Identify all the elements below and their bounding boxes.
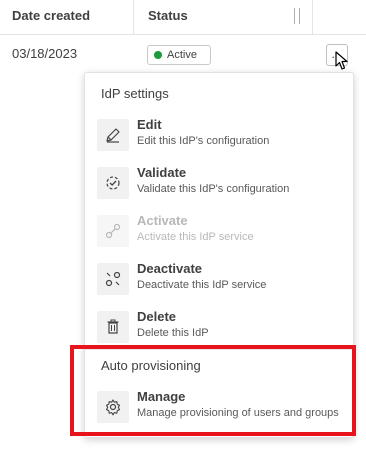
section-title-idp-settings: IdP settings <box>101 86 169 101</box>
menu-item-activate[interactable]: Activate Activate this IdP service <box>95 211 345 255</box>
menu-item-edit[interactable]: Edit Edit this IdP's configuration <box>95 115 345 159</box>
column-separator <box>312 0 313 34</box>
unlink-icon <box>97 263 129 295</box>
menu-item-label: Deactivate <box>137 261 203 276</box>
link-icon <box>97 215 129 247</box>
status-dot-icon <box>154 51 162 59</box>
menu-item-deactivate[interactable]: Deactivate Deactivate this IdP service <box>95 259 345 303</box>
menu-item-description: Manage provisioning of users and groups <box>137 407 339 419</box>
column-resize-handle[interactable] <box>294 8 300 24</box>
menu-divider <box>85 349 353 350</box>
mouse-pointer-icon <box>335 51 348 70</box>
menu-item-label: Delete <box>137 309 177 324</box>
menu-item-delete[interactable]: Delete Delete this IdP <box>95 307 345 351</box>
date-created-cell: 03/18/2023 <box>12 46 78 61</box>
menu-item-manage[interactable]: Manage Manage provisioning of users and … <box>95 387 345 431</box>
validate-icon <box>97 167 129 199</box>
menu-item-label: Validate <box>137 165 187 180</box>
status-label: Active <box>167 49 197 61</box>
idp-actions-menu: IdP settings Edit Edit this IdP's config… <box>84 72 354 438</box>
section-title-auto-provisioning: Auto provisioning <box>101 358 201 373</box>
table-header: Date created Status <box>0 0 366 35</box>
menu-item-description: Delete this IdP <box>137 327 209 339</box>
menu-item-description: Deactivate this IdP service <box>137 279 267 291</box>
gear-icon <box>97 391 129 423</box>
column-separator <box>133 0 134 34</box>
trash-icon <box>97 311 129 343</box>
menu-item-validate[interactable]: Validate Validate this IdP's configurati… <box>95 163 345 207</box>
menu-item-label: Activate <box>137 213 188 228</box>
status-badge: Active <box>147 45 211 65</box>
column-header-date-created[interactable]: Date created <box>12 0 90 34</box>
column-header-status[interactable]: Status <box>148 0 188 34</box>
menu-item-description: Activate this IdP service <box>137 231 254 243</box>
menu-item-description: Validate this IdP's configuration <box>137 183 290 195</box>
menu-item-label: Edit <box>137 117 162 132</box>
menu-item-description: Edit this IdP's configuration <box>137 135 270 147</box>
pencil-icon <box>97 119 129 151</box>
menu-item-label: Manage <box>137 389 186 404</box>
